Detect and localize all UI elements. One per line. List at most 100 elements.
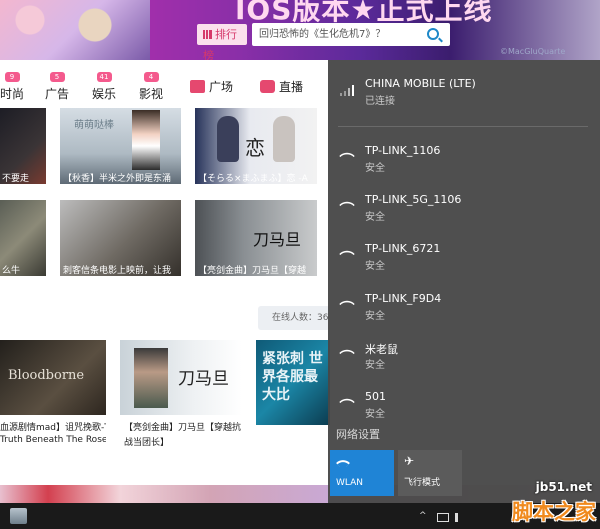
thumb-text: 萌萌哒棒 <box>74 120 114 131</box>
network-name: TP-LINK_F9D4 <box>365 292 442 305</box>
network-status: 安全 <box>365 360 385 371</box>
video-card[interactable]: 刀马旦 【亮剑金曲】刀马旦【穿越 <box>195 200 317 276</box>
wifi-icon <box>339 345 355 361</box>
network-status: 安全 <box>365 261 385 272</box>
ranking-button[interactable]: 排行榜 <box>197 24 247 62</box>
person-figure <box>132 110 160 170</box>
wifi-network-item[interactable]: TP-LINK_F9D4 安全 <box>328 288 600 332</box>
network-status: 安全 <box>365 212 385 223</box>
video-card[interactable]: 萌萌哒棒 【秋香】半米之外即是东涌 <box>60 108 181 184</box>
network-name: CHINA MOBILE (LTE) <box>365 77 476 90</box>
nav-count: 41 <box>96 72 112 82</box>
site-banner: IOS版本★正式上线 排行榜 回归恐怖的《生化危机7》？ ©MacGluQuar… <box>0 0 600 62</box>
nav-label: 娱乐 <box>91 87 116 101</box>
airplane-icon: ✈ <box>404 454 415 468</box>
explorer-icon[interactable] <box>10 508 27 524</box>
nav-plaza-label: 广场 <box>209 80 234 94</box>
nav-item-ads[interactable]: 5 广告 <box>37 60 77 102</box>
wifi-icon <box>339 246 355 262</box>
nav-count: 4 <box>143 72 159 82</box>
tray-overflow-button[interactable]: ^ <box>419 511 427 521</box>
video-card[interactable]: 刀马旦 <box>120 340 242 415</box>
online-count: 在线人数：36 <box>258 306 330 330</box>
network-status: 已连接 <box>365 96 395 107</box>
nav-count: 9 <box>4 72 20 82</box>
thumb-text: Bloodborne <box>8 368 85 383</box>
nav-count: 5 <box>49 72 65 82</box>
plaza-icon <box>190 80 205 93</box>
nav-item-entertainment[interactable]: 41 娱乐 <box>84 60 124 102</box>
watermark-name: 脚本之家 <box>512 500 596 524</box>
wifi-network-item[interactable]: 米老鼠 安全 <box>328 337 600 381</box>
battery-icon[interactable] <box>437 513 449 522</box>
tile-label: WLAN <box>336 478 364 488</box>
network-settings-link[interactable]: 网络设置 <box>336 426 380 442</box>
nav-live-label: 直播 <box>279 80 304 94</box>
chibi-figure <box>217 116 239 162</box>
wifi-network-item[interactable]: TP-LINK_6721 安全 <box>328 238 600 282</box>
banner-watermark: ©MacGluQuarte <box>500 47 566 56</box>
search-input[interactable]: 回归恐怖的《生化危机7》？ <box>252 23 450 46</box>
video-title: 么牛 <box>2 266 21 276</box>
network-status: 安全 <box>365 409 385 420</box>
airplane-mode-toggle[interactable]: ✈ 飞行模式 <box>398 450 462 496</box>
thumb-logo: 恋 <box>245 136 265 160</box>
video-card[interactable]: 恋 【そらる×まふまふ】恋 -A <box>195 108 317 184</box>
video-title: 【亮剑金曲】刀马旦【穿越抗 <box>124 423 242 433</box>
wifi-icon <box>339 296 355 312</box>
search-placeholder: 回归恐怖的《生化危机7》？ <box>259 29 386 40</box>
video-title: 【秋香】半米之外即是东涌 <box>63 174 172 184</box>
wlan-toggle[interactable]: WLAN <box>330 450 394 496</box>
wifi-icon <box>335 455 351 471</box>
video-subtitle: 战当团长】 <box>124 438 170 448</box>
nav-label: 时尚 <box>0 87 24 101</box>
nav-live[interactable]: 直播 <box>260 78 303 95</box>
network-status: 安全 <box>365 163 385 174</box>
network-flyout: CHINA MOBILE (LTE) 已连接 TP-LINK_1106 安全 T… <box>328 60 600 503</box>
video-title: 【亮剑金曲】刀马旦【穿越 <box>198 266 307 276</box>
chibi-figure <box>273 116 295 162</box>
video-card[interactable]: Bloodborne <box>0 340 106 415</box>
thumb-text: 刀马旦 <box>253 230 302 249</box>
network-name: TP-LINK_5G_1106 <box>365 193 462 206</box>
screen: IOS版本★正式上线 排行榜 回归恐怖的《生化危机7》？ ©MacGluQuar… <box>0 0 600 529</box>
wifi-icon <box>339 197 355 213</box>
cellular-signal-icon <box>340 84 356 96</box>
nav-item-movies[interactable]: 4 影视 <box>131 60 171 102</box>
wifi-network-item[interactable]: TP-LINK_5G_1106 安全 <box>328 189 600 233</box>
video-title: 血源剧情mad】诅咒挽歌-T <box>0 423 106 433</box>
video-card[interactable]: 么牛 <box>0 200 46 276</box>
flyout-divider <box>338 126 588 127</box>
network-status: 安全 <box>365 311 385 322</box>
site-watermark: jb51.net 脚本之家 <box>462 478 600 529</box>
network-name: TP-LINK_1106 <box>365 144 441 157</box>
nav-item-fashion[interactable]: 9 时尚 <box>0 60 32 102</box>
video-subtitle: Truth Beneath The Rose <box>0 435 106 445</box>
video-title: 刺客信条电影上映前，让我 <box>63 266 172 276</box>
wifi-network-item[interactable]: TP-LINK_1106 安全 <box>328 140 600 184</box>
video-card[interactable]: 紧张刺 世界各服最 大比 <box>256 340 330 425</box>
video-card[interactable]: 刺客信条电影上映前，让我 <box>60 200 181 276</box>
search-icon[interactable] <box>427 28 439 40</box>
wifi-network-item[interactable]: 501 安全 <box>328 386 600 430</box>
banner-art <box>0 0 150 60</box>
video-title: 不要走 <box>2 174 30 184</box>
nav-plaza[interactable]: 广场 <box>190 78 233 95</box>
connected-network[interactable]: CHINA MOBILE (LTE) 已连接 <box>328 70 600 120</box>
category-nav: 9 时尚 5 广告 41 娱乐 4 影视 广场 直播 <box>0 60 330 104</box>
network-name: 501 <box>365 390 386 403</box>
thumb-text: 刀马旦 <box>178 369 229 389</box>
video-card[interactable]: 不要走 <box>0 108 46 184</box>
network-name: TP-LINK_6721 <box>365 242 441 255</box>
nav-label: 广告 <box>44 87 69 101</box>
tile-label: 飞行模式 <box>404 478 441 488</box>
person-figure <box>134 348 168 408</box>
bar-chart-icon <box>203 30 212 39</box>
tv-icon <box>260 80 275 93</box>
nav-label: 影视 <box>138 87 163 101</box>
wifi-icon <box>339 394 355 410</box>
watermark-domain: jb51.net <box>535 480 592 494</box>
network-name: 米老鼠 <box>365 343 398 356</box>
video-title: 【そらる×まふまふ】恋 -A <box>198 174 308 184</box>
thumb-text: 紧张刺 世界各服最 大比 <box>262 351 323 403</box>
